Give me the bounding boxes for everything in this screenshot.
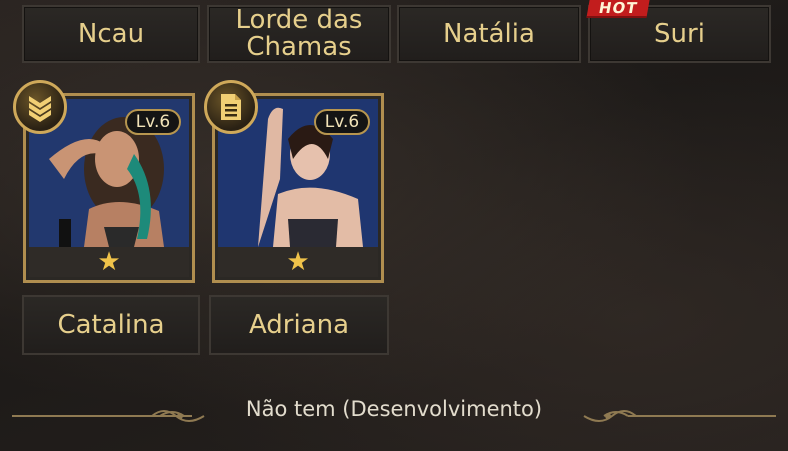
ornament-right-icon — [582, 404, 638, 432]
tab-label: Suri — [654, 18, 705, 49]
tab-ncau[interactable]: Ncau — [22, 5, 200, 63]
hot-badge: HOT — [586, 0, 650, 18]
level-badge: Lv.6 — [125, 109, 181, 135]
star-rating: ★ — [29, 247, 189, 277]
tab-label: Ncau — [77, 18, 145, 49]
hero-name-adriana[interactable]: Adriana — [209, 295, 389, 355]
tab-label: Natália — [443, 18, 535, 49]
tab-lorde-das-chamas[interactable]: Lorde das Chamas — [207, 5, 391, 63]
star-rating: ★ — [218, 247, 378, 277]
document-icon — [204, 80, 258, 134]
divider-right — [628, 415, 776, 417]
hero-name-label: Catalina — [57, 310, 165, 340]
chevrons-rank-icon — [13, 80, 67, 134]
star-icon: ★ — [286, 247, 310, 277]
tab-label: Lorde das Chamas — [235, 5, 363, 62]
star-icon: ★ — [97, 247, 121, 277]
level-badge: Lv.6 — [314, 109, 370, 135]
hero-name-catalina[interactable]: Catalina — [22, 295, 200, 355]
footer-status-text: Não tem (Desenvolvimento) — [245, 397, 543, 421]
tab-natalia[interactable]: Natália — [397, 5, 581, 63]
hero-name-label: Adriana — [248, 310, 350, 340]
